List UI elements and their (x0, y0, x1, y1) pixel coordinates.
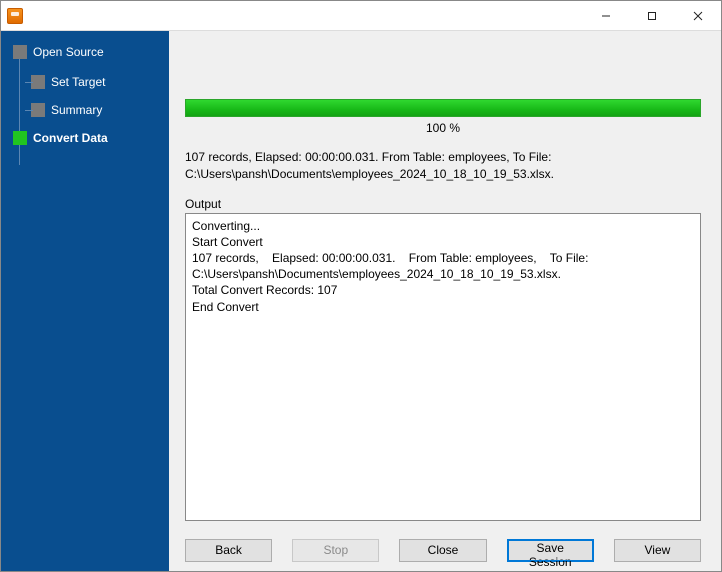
sidebar: Open Source Set Target Summary Convert D… (1, 31, 169, 571)
progress-bar (185, 99, 701, 117)
button-bar: Back Stop Close Save Session View (169, 529, 721, 571)
save-session-button[interactable]: Save Session (507, 539, 594, 562)
square-icon (31, 103, 45, 117)
view-button[interactable]: View (614, 539, 701, 562)
square-icon (31, 75, 45, 89)
minimize-button[interactable] (583, 1, 629, 31)
sidebar-item-label: Set Target (51, 75, 105, 89)
sidebar-item-label: Summary (51, 103, 102, 117)
window-controls (583, 1, 721, 31)
progress-percent: 100 % (185, 121, 701, 135)
square-icon (13, 45, 27, 59)
close-button[interactable]: Close (399, 539, 486, 562)
output-textarea[interactable]: Converting... Start Convert 107 records,… (185, 213, 701, 521)
sidebar-item-open-source[interactable]: Open Source (13, 41, 163, 63)
output-label: Output (185, 197, 701, 211)
status-text: 107 records, Elapsed: 00:00:00.031. From… (185, 149, 701, 183)
close-button[interactable] (675, 1, 721, 31)
sidebar-item-summary[interactable]: Summary (13, 99, 163, 121)
maximize-button[interactable] (629, 1, 675, 31)
sidebar-item-label: Open Source (33, 45, 104, 59)
back-button[interactable]: Back (185, 539, 272, 562)
sidebar-item-convert-data[interactable]: Convert Data (13, 127, 163, 149)
sidebar-item-set-target[interactable]: Set Target (13, 71, 163, 93)
stop-button[interactable]: Stop (292, 539, 379, 562)
titlebar (1, 1, 721, 31)
sidebar-item-label: Convert Data (33, 131, 108, 145)
app-icon (7, 8, 23, 24)
square-icon (13, 131, 27, 145)
main-panel: 100 % 107 records, Elapsed: 00:00:00.031… (169, 31, 721, 571)
